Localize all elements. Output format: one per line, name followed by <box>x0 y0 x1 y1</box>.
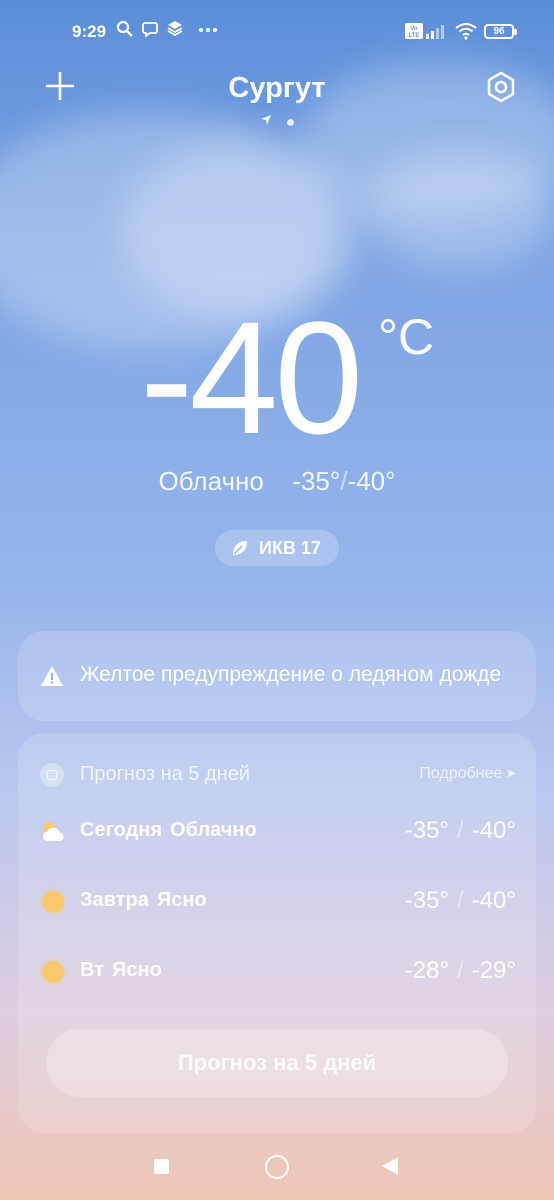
svg-text:LTE: LTE <box>409 33 420 39</box>
weather-warning-card[interactable]: Желтое предупреждение о ледяном дожде <box>18 631 536 721</box>
day-high: -35° <box>404 887 450 914</box>
location-arrow-icon <box>260 114 272 129</box>
forecast-title: Прогноз на 5 дней <box>80 763 250 785</box>
forecast-row-tomorrow[interactable]: Завтра Ясно -35° / -40° <box>40 887 516 917</box>
forecast-header: Прогноз на 5 дней Подробнее ▶ <box>40 763 516 787</box>
search-icon <box>116 20 134 43</box>
leaf-icon <box>233 541 247 555</box>
recents-button[interactable] <box>154 1159 169 1174</box>
back-button[interactable] <box>382 1157 398 1175</box>
warning-icon <box>41 666 63 686</box>
system-navigation-bar <box>0 1140 554 1200</box>
forecast-row-tuesday[interactable]: Вт Ясно -28° / -29° <box>40 957 516 987</box>
layers-icon <box>167 20 183 41</box>
calendar-icon <box>40 763 64 787</box>
more-icon <box>198 22 218 40</box>
day-condition: Облачно <box>170 819 257 841</box>
temperature-unit: °C <box>378 309 435 365</box>
day-low: -29° <box>471 957 516 984</box>
forecast-day-label: Завтра Ясно <box>80 889 207 912</box>
day-condition: Ясно <box>156 889 207 911</box>
forecast-row-today[interactable]: Сегодня Облачно -35° / -40° <box>40 817 516 847</box>
status-time: 9:29 <box>72 22 107 41</box>
partly-cloudy-icon <box>40 819 66 845</box>
day-high: -28° <box>404 957 450 984</box>
city-name[interactable]: Сургут <box>0 72 554 105</box>
forecast-range: -28° / -29° <box>404 957 516 984</box>
warning-text: Желтое предупреждение о ледяном дожде <box>80 663 502 686</box>
forecast-range: -35° / -40° <box>404 887 516 914</box>
forecast-day-label: Сегодня Облачно <box>80 819 257 842</box>
wifi-icon <box>455 22 477 45</box>
day-name: Завтра <box>80 889 149 911</box>
status-bar: 9:29 Vo LTE 96 <box>0 0 554 64</box>
forecast-more-link[interactable]: Подробнее ▶ <box>419 765 516 783</box>
battery-indicator: 96 <box>484 24 517 39</box>
current-temperature: -40 <box>140 288 363 467</box>
current-condition: Облачно <box>158 466 264 496</box>
city-pager <box>0 114 554 129</box>
forecast-range: -35° / -40° <box>404 817 516 844</box>
aqi-badge[interactable]: ИКВ 17 <box>215 530 339 566</box>
aqi-label: ИКВ 17 <box>259 537 321 558</box>
forecast-day-label: Вт Ясно <box>80 959 162 982</box>
signal-icon <box>426 23 448 44</box>
svg-text:Vo: Vo <box>410 26 418 32</box>
chevron-right-icon: ▶ <box>508 768 516 780</box>
volte-icon: Vo LTE <box>405 23 423 44</box>
viber-icon <box>141 20 159 43</box>
forecast-card: Прогноз на 5 дней Подробнее ▶ Сегодня Обла… <box>18 733 536 1133</box>
day-low: -40° <box>471 887 516 914</box>
more-label: Подробнее <box>419 765 503 782</box>
day-high: -35° <box>404 817 450 844</box>
range-separator: / <box>340 466 348 496</box>
sun-icon <box>40 959 66 985</box>
settings-icon <box>487 71 515 103</box>
day-name: Вт <box>80 959 104 981</box>
day-condition: Ясно <box>111 959 162 981</box>
sun-icon <box>40 889 66 915</box>
page-dot <box>287 119 295 127</box>
current-condition-line: Облачно -35°/-40° <box>0 466 554 497</box>
day-low: -40° <box>471 817 516 844</box>
current-low: -40° <box>347 466 396 496</box>
home-button[interactable] <box>265 1155 289 1179</box>
settings-button[interactable] <box>484 70 518 104</box>
current-high: -35° <box>292 466 341 496</box>
day-name: Сегодня <box>80 819 163 841</box>
five-day-forecast-button[interactable]: Прогноз на 5 дней <box>46 1029 508 1097</box>
